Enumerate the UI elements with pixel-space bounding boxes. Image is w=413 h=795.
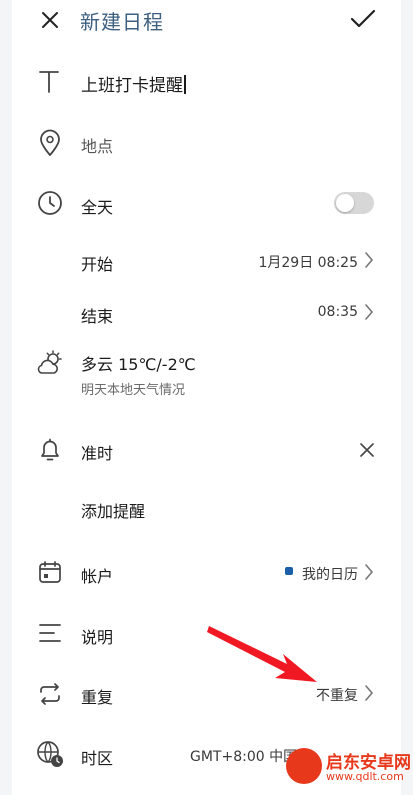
chevron-right-icon[interactable]	[364, 563, 374, 581]
calendar-icon	[39, 561, 61, 583]
remove-reminder-icon[interactable]	[360, 443, 374, 457]
watermark-url: www.qdlt.com	[326, 770, 404, 783]
start-value[interactable]: 1月29日 08:25	[258, 252, 358, 272]
repeat-value[interactable]: 不重复	[316, 685, 358, 705]
timezone-label: 时区	[81, 749, 114, 768]
weather-subtitle: 明天本地天气情况	[81, 383, 186, 398]
bell-icon	[41, 438, 59, 461]
account-label: 帐户	[81, 567, 114, 586]
clock-icon	[38, 191, 62, 215]
partly-cloudy-icon	[37, 350, 62, 374]
close-icon[interactable]	[40, 10, 60, 30]
event-title-input[interactable]: 上班打卡提醒	[81, 71, 186, 96]
weather-label: 多云 15℃/-2℃	[81, 355, 196, 374]
description-input[interactable]: 说明	[81, 624, 113, 648]
header: 新建日程	[0, 0, 413, 40]
repeat-label: 重复	[81, 688, 114, 707]
chevron-right-icon[interactable]	[364, 684, 374, 702]
calendar-color-dot	[285, 567, 293, 575]
page-title: 新建日程	[80, 10, 164, 34]
location-input[interactable]: 地点	[81, 133, 113, 157]
toggle-knob	[336, 194, 354, 212]
annotation-arrow	[207, 626, 317, 682]
chevron-right-icon[interactable]	[364, 303, 374, 321]
start-label: 开始	[81, 255, 114, 274]
add-reminder-button[interactable]: 添加提醒	[81, 498, 145, 522]
watermark-logo	[286, 748, 322, 784]
globe-clock-icon	[37, 741, 63, 767]
location-pin-icon	[40, 129, 60, 156]
end-value[interactable]: 08:35	[318, 304, 358, 320]
end-label: 结束	[81, 307, 114, 326]
timezone-value[interactable]: GMT+8:00 中国	[190, 746, 297, 766]
reminder-label: 准时	[81, 444, 114, 463]
repeat-icon	[40, 683, 60, 705]
all-day-label: 全天	[81, 198, 114, 217]
chevron-right-icon[interactable]	[364, 251, 374, 269]
text-icon	[39, 71, 59, 93]
account-value[interactable]: 我的日历	[302, 564, 358, 584]
text-cursor	[184, 75, 186, 94]
all-day-toggle[interactable]	[334, 192, 374, 214]
watermark: 启东安卓网 www.qdlt.com	[286, 748, 411, 792]
event-title-text: 上班打卡提醒	[81, 76, 183, 96]
check-icon[interactable]	[350, 8, 376, 30]
notes-icon	[39, 624, 61, 642]
